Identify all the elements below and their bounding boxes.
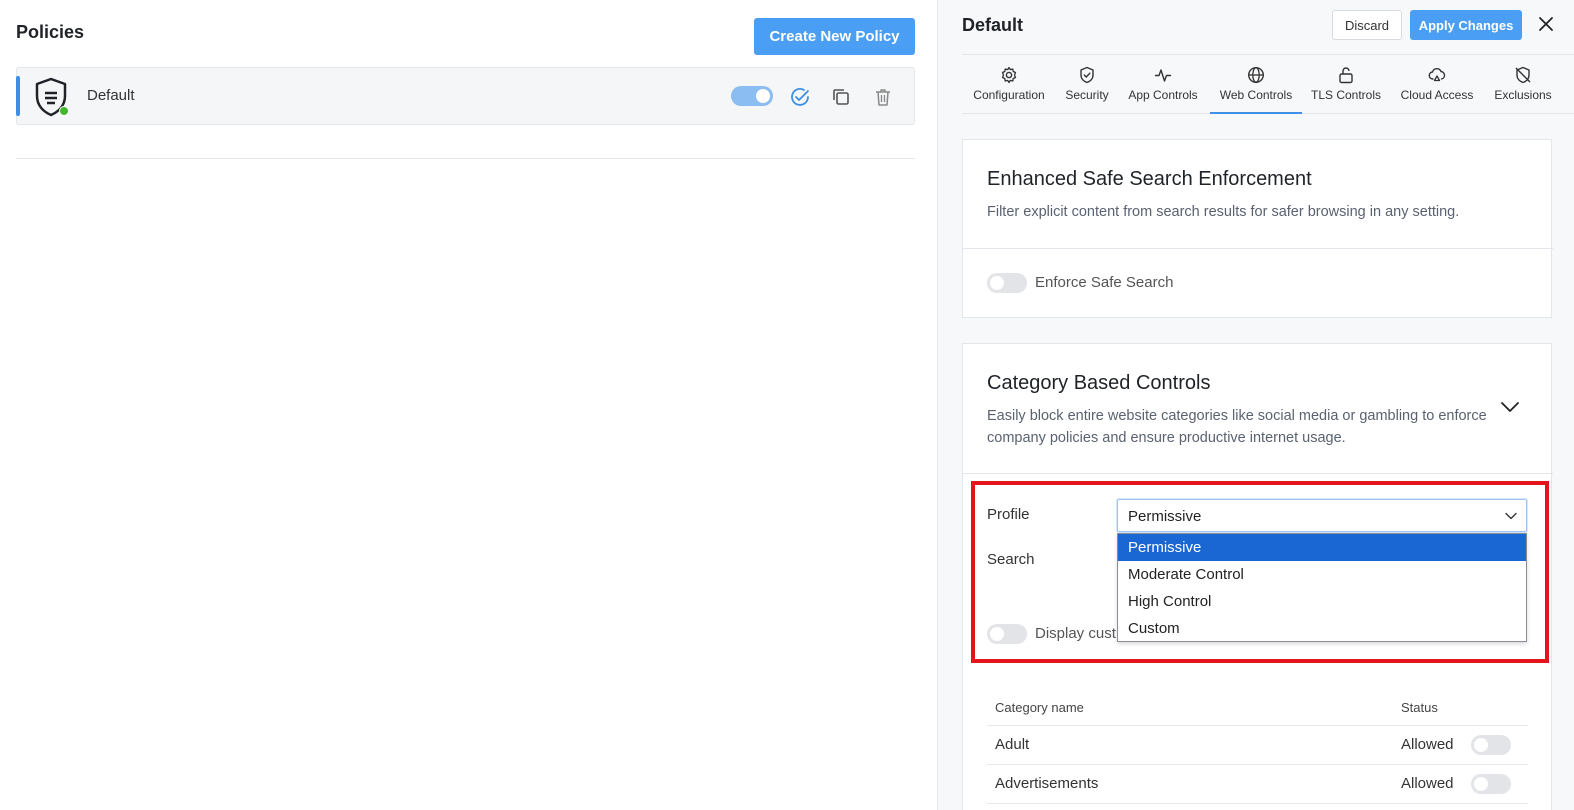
col-status: Status (1401, 700, 1438, 715)
card-divider (963, 248, 1553, 249)
create-new-policy-button[interactable]: Create New Policy (754, 18, 915, 55)
tab-security[interactable]: Security (1056, 56, 1118, 114)
tab-cloud-access[interactable]: Cloud Access (1394, 56, 1480, 114)
enforce-safe-search-label: Enforce Safe Search (1035, 274, 1174, 291)
shield-off-icon (1515, 66, 1531, 84)
tab-label: Web Controls (1219, 88, 1293, 102)
category-status-cell: Allowed (1401, 736, 1454, 753)
check-circle-icon[interactable] (789, 86, 811, 108)
category-controls-title: Category Based Controls (987, 372, 1211, 394)
activity-icon (1154, 69, 1172, 82)
table-divider (987, 803, 1528, 804)
tab-web-controls[interactable]: Web Controls (1210, 56, 1302, 114)
close-icon[interactable] (1536, 14, 1556, 34)
policy-name: Default (87, 87, 135, 104)
tab-tls-controls[interactable]: TLS Controls (1306, 56, 1386, 114)
policies-panel: Policies Create New Policy Default (0, 0, 938, 810)
tab-label: Security (1065, 88, 1109, 102)
tab-label: App Controls (1128, 88, 1198, 102)
table-divider (987, 764, 1528, 765)
category-name-cell: Adult (995, 736, 1030, 753)
discard-button[interactable]: Discard (1332, 10, 1402, 40)
status-dot (59, 106, 69, 116)
gear-icon (1001, 66, 1017, 84)
category-name-cell: Advertisements (995, 775, 1099, 792)
trash-icon[interactable] (872, 86, 894, 108)
safe-search-description: Filter explicit content from search resu… (987, 204, 1460, 220)
globe-icon (1247, 66, 1265, 84)
panel-title: Default (962, 15, 1024, 35)
selected-indicator (16, 76, 20, 116)
category-toggle[interactable] (1471, 774, 1511, 794)
tab-bar: Configuration Security App Controls Web … (962, 56, 1574, 114)
tab-label: Cloud Access (1400, 88, 1474, 102)
tab-exclusions[interactable]: Exclusions (1488, 56, 1558, 114)
tab-label: Exclusions (1494, 88, 1552, 102)
enforce-safe-search-toggle[interactable] (987, 273, 1027, 293)
category-status-cell: Allowed (1401, 775, 1454, 792)
highlight-box (971, 481, 1549, 663)
chevron-down-icon[interactable] (1499, 400, 1521, 414)
tab-configuration[interactable]: Configuration (962, 56, 1056, 114)
policy-row-default[interactable]: Default (16, 67, 915, 125)
header-divider (962, 54, 1574, 55)
col-category-name: Category name (995, 700, 1084, 715)
unlock-icon (1339, 67, 1353, 84)
list-divider (16, 158, 915, 159)
apply-changes-button[interactable]: Apply Changes (1410, 10, 1522, 40)
policy-detail-panel: Default Discard Apply Changes Configurat… (938, 0, 1574, 810)
cloud-icon (1428, 68, 1446, 82)
table-divider (987, 725, 1528, 726)
tab-label: Configuration (973, 88, 1045, 102)
card-divider (963, 473, 1553, 474)
copy-icon[interactable] (830, 86, 852, 108)
tab-app-controls[interactable]: App Controls (1122, 56, 1204, 114)
category-toggle[interactable] (1471, 735, 1511, 755)
shield-check-icon (1080, 66, 1094, 84)
safe-search-card: Enhanced Safe Search Enforcement Filter … (962, 139, 1553, 318)
safe-search-title: Enhanced Safe Search Enforcement (987, 168, 1312, 190)
category-controls-description: Easily block entire website categories l… (987, 408, 1487, 446)
tab-label: TLS Controls (1310, 88, 1382, 102)
page-title: Policies (16, 22, 85, 42)
policy-enabled-toggle[interactable] (731, 86, 773, 106)
